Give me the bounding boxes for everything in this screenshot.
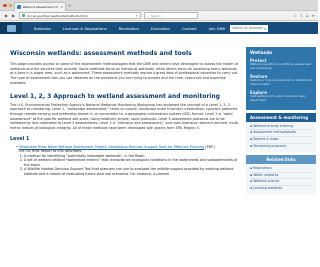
close-window-button[interactable]: [3, 3, 7, 7]
tab-title: Wetland assessment meth...: [22, 5, 59, 9]
main-content: Wisconsin wetlands: assessment methods a…: [10, 50, 240, 176]
browser-toolbar: ◀ ▶ dnr.wi.gov/topic/wetlands/methods.ht…: [0, 11, 318, 21]
browser-tab[interactable]: Wetland assessment meth... ×: [14, 2, 66, 11]
logo-mark-icon: [6, 24, 16, 32]
home-icon[interactable]: ⌂: [306, 13, 309, 18]
close-tab-icon[interactable]: ×: [60, 5, 63, 9]
browser-search-input[interactable]: ⌕ Search: [144, 12, 198, 19]
section-paragraph: The U.S. Environmental Protection Agency…: [10, 102, 240, 131]
site-search-icon[interactable]: ⌕: [264, 26, 266, 31]
wetlands-panel: Wetlands Protect Wetland regulation, per…: [246, 47, 316, 110]
sidebar-link[interactable]: Wetland science: [250, 179, 312, 187]
level1-heading: Level 1: [10, 136, 30, 142]
sidebar-section-desc: Restore or improve wetlands for habitat …: [250, 78, 312, 86]
url-text: dnr.wi.gov/topic/wetlands/methods.html: [27, 13, 88, 18]
sidebar-section-desc: Visit wetland-rich public lands and lear…: [250, 94, 307, 102]
reload-icon[interactable]: ↻: [135, 14, 138, 18]
downloads-icon[interactable]: ⇩: [300, 13, 303, 18]
site-nav-items: Business Licenses & Regulations Recreati…: [34, 26, 197, 31]
site-search-placeholder: Search all favorites: [232, 26, 263, 30]
sidebar-title[interactable]: Wetlands: [250, 50, 312, 55]
nav-contact[interactable]: Contact: [182, 26, 197, 31]
sidebar-link[interactable]: Monitoring programs: [250, 144, 312, 150]
sidebar-link[interactable]: Regulations: [250, 166, 312, 173]
nav-business[interactable]: Business: [34, 26, 51, 31]
sidebar-section-desc: Wetland regulation, permitting, assessme…: [250, 62, 312, 70]
sidebar-link[interactable]: Reports & maps: [250, 137, 312, 144]
forward-icon[interactable]: ▶: [11, 13, 16, 18]
new-tab-icon[interactable]: +: [68, 3, 71, 8]
sidebar-link[interactable]: Assessment methods/tools: [250, 130, 312, 138]
sidebar-section-protect[interactable]: Protect Wetland regulation, permitting, …: [250, 58, 312, 70]
sidebar-link[interactable]: Wetland activity tracking: [250, 124, 312, 131]
sidebar-link[interactable]: Water networks: [250, 173, 312, 180]
list-item: A Wildlife Habitat Decision Support Tool…: [24, 167, 240, 176]
sidebar-section-explore[interactable]: Explore Visit wetland-rich public lands …: [250, 90, 312, 102]
join-dnr-link[interactable]: Join DNR: [209, 26, 226, 31]
dnr-logo[interactable]: [0, 22, 22, 34]
nav-recreation[interactable]: Recreation: [119, 26, 139, 31]
browser-tabstrip: Wetland assessment meth... × +: [0, 0, 318, 11]
back-icon[interactable]: ◀: [3, 13, 8, 18]
nav-licenses[interactable]: Licenses & Regulations: [63, 26, 107, 31]
address-bar[interactable]: dnr.wi.gov/topic/wetlands/methods.html ↻: [19, 12, 141, 19]
bookmark-star-icon[interactable]: ☆: [293, 13, 297, 18]
minimize-window-button[interactable]: [8, 3, 12, 7]
list-item: A set of wetland-related "watershed metr…: [24, 158, 240, 167]
site-nav-bar: Business Licenses & Regulations Recreati…: [0, 22, 318, 34]
milwaukee-report-link[interactable]: Milwaukee River Basin Wetland Assessment…: [19, 145, 204, 149]
toolbar-icons: ☆ ⇩ ⌂ ≡: [293, 13, 315, 18]
intro-paragraph: This page provides access to some of the…: [10, 62, 239, 85]
sidebar-link[interactable]: Locating wetlands: [250, 186, 312, 192]
favicon-icon: [17, 5, 21, 9]
pdf-tag: [PDF]: [205, 144, 215, 149]
search-placeholder: Search: [150, 13, 161, 18]
assessment-links: Wetland activity tracking Assessment met…: [246, 121, 316, 152]
site-search-input[interactable]: Search all favorites ⌕: [230, 24, 269, 32]
related-links: Regulations Water networks Wetland scien…: [246, 163, 316, 194]
page-title: Wisconsin wetlands: assessment methods a…: [10, 50, 192, 57]
site-identity-icon: [22, 14, 25, 17]
sidebar-section-restore[interactable]: Restore Restore or improve wetlands for …: [250, 74, 312, 86]
assessment-monitoring-heading: Assessment & monitoring: [246, 112, 316, 122]
related-links-heading: Related links: [246, 154, 316, 164]
search-icon: ⌕: [147, 13, 149, 18]
nav-education[interactable]: Education: [151, 26, 170, 31]
report-steps-list: A method for identifying "potentially re…: [24, 154, 240, 177]
sidebar: Wetlands Protect Wetland regulation, per…: [246, 47, 316, 194]
menu-icon[interactable]: ≡: [312, 13, 315, 18]
section-title: Level 1, 2, 3 Approach to wetland assess…: [10, 92, 220, 100]
